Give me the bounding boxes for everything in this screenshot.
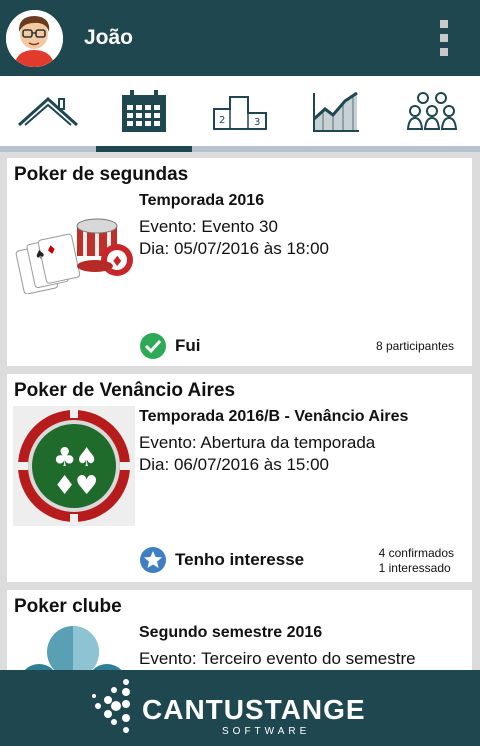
participants-count: 8 participantes [376,339,454,354]
avatar-icon [6,10,63,67]
top-app-bar: João [0,0,480,76]
event-card[interactable]: Poker clube Segundo semestre 2016 Evento… [7,590,472,670]
event-card[interactable]: Poker de segundas ♦ ♠ ♦ Temporada 2016 E… [7,158,472,366]
season-name: Temporada 2016 [139,192,265,209]
events-feed[interactable]: Poker de segundas ♦ ♠ ♦ Temporada 2016 E… [0,152,480,670]
group-icon [407,92,457,130]
svg-text:♦: ♦ [111,254,124,270]
avatar[interactable] [6,10,63,67]
group-name: Poker clube [14,596,122,617]
meta-line: 8 participantes [375,339,454,353]
tab-home[interactable] [0,76,96,146]
group-name: Poker de Venâncio Aires [14,380,236,401]
attendance-status[interactable]: Tenho interesse [139,546,304,574]
svg-text:3: 3 [254,117,260,128]
poker-chip-image: ♣ ♠ ♦ ♥ [13,406,135,526]
meta-line: 1 interessado [378,561,451,575]
poker-cards-image: ♦ ♠ ♦ [13,204,133,295]
attendance-status[interactable]: Fui [139,332,201,360]
star-circle-icon [140,547,166,573]
group-name: Poker de segundas [14,164,189,185]
svg-text:♠: ♠ [75,443,98,473]
tab-calendar[interactable] [96,76,192,146]
event-card[interactable]: Poker de Venâncio Aires ♣ ♠ ♦ ♥ Temporad… [7,374,472,582]
cantustange-logo: CANTUSTANGE SOFTWARE [92,679,366,737]
chart-icon [312,91,359,132]
participants-count: 4 confirmados 1 interessado [379,546,454,576]
tab-stats[interactable] [288,76,384,146]
status-label: Tenho interesse [175,550,305,569]
season-name: Temporada 2016/B - Venâncio Aires [139,408,409,425]
brand-footer: CANTUSTANGE SOFTWARE [0,670,480,746]
svg-text:♦: ♦ [53,471,76,501]
season-name: Segundo semestre 2016 [139,624,323,641]
tab-people[interactable] [384,76,480,146]
overflow-menu-icon[interactable] [440,20,450,56]
meta-line: 4 confirmados [378,546,454,560]
tab-ranking[interactable]: 2 3 [192,76,288,146]
event-name: Evento: Evento 30 [139,217,278,236]
calendar-icon [122,90,166,132]
check-circle-icon [140,333,166,359]
svg-text:♣: ♣ [53,443,76,473]
house-icon [17,96,79,127]
svg-text:♥: ♥ [75,471,98,501]
username: João [84,26,134,49]
svg-text:2: 2 [219,115,225,126]
brand-name: CANTUSTANGE [142,694,366,725]
event-name: Evento: Terceiro evento do semestre [139,649,416,668]
event-date: Dia: 05/07/2016 às 18:00 [139,239,329,258]
status-label: Fui [175,336,201,355]
brand-sub: SOFTWARE [222,726,310,737]
podium-icon: 2 3 [213,96,267,130]
club-image [13,620,135,670]
tab-bar: 2 3 [0,76,480,152]
event-name: Evento: Abertura da temporada [139,433,376,452]
event-date: Dia: 06/07/2016 às 15:00 [139,455,329,474]
